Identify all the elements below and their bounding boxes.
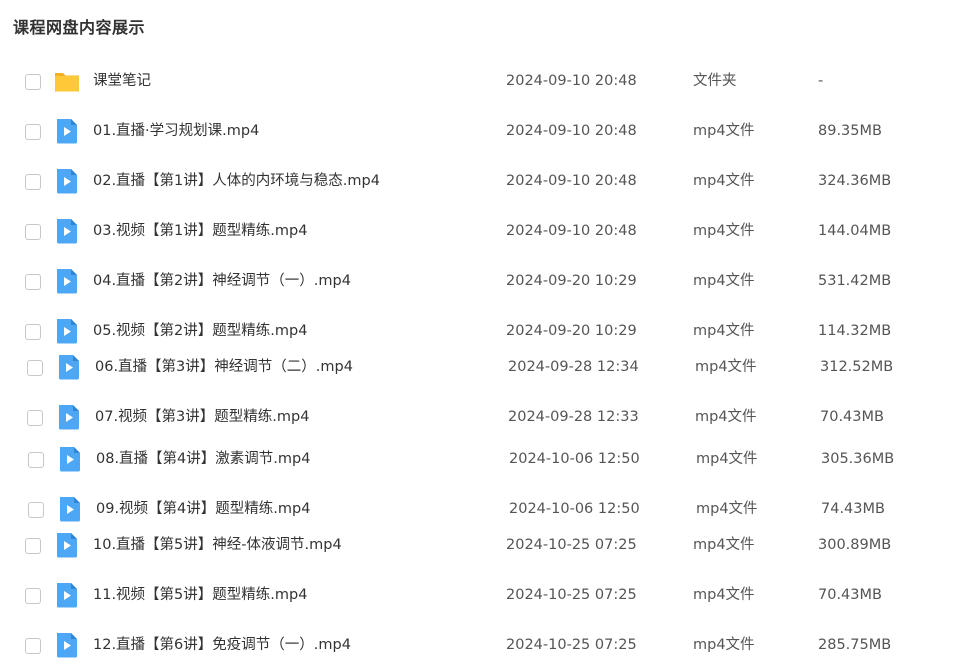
- file-size: 114.32MB: [818, 323, 892, 339]
- file-date: 2024-09-10 20:48: [506, 173, 637, 189]
- file-name[interactable]: 10.直播【第5讲】神经-体液调节.mp4: [93, 528, 342, 562]
- file-size: 144.04MB: [818, 223, 892, 239]
- video-file-icon: [56, 403, 82, 431]
- file-size: 285.75MB: [818, 637, 892, 653]
- file-row[interactable]: 05.视频【第2讲】题型精练.mp4 2024-09-20 10:29 mp4文件 1…: [0, 314, 965, 348]
- file-date: 2024-09-10 20:48: [506, 73, 637, 89]
- file-row[interactable]: 10.直播【第5讲】神经-体液调节.mp4 2024-10-25 07:25 mp4…: [0, 528, 965, 562]
- row-checkbox[interactable]: [25, 74, 41, 90]
- file-row[interactable]: 03.视频【第1讲】题型精练.mp4 2024-09-10 20:48 mp4文件 1…: [0, 214, 965, 248]
- file-type: mp4文件: [695, 359, 757, 375]
- file-name[interactable]: 11.视频【第5讲】题型精练.mp4: [93, 578, 307, 612]
- row-checkbox[interactable]: [27, 360, 43, 376]
- video-file-icon: [54, 317, 80, 345]
- row-checkbox[interactable]: [25, 588, 41, 604]
- file-date: 2024-09-28 12:34: [508, 359, 639, 375]
- file-size: 70.43MB: [820, 409, 884, 425]
- file-size: -: [818, 73, 824, 89]
- file-name[interactable]: 08.直播【第4讲】激素调节.mp4: [96, 442, 310, 476]
- video-file-icon: [54, 117, 80, 145]
- file-row[interactable]: 06.直播【第3讲】神经调节（二）.mp4 2024-09-28 12:34 mp4…: [0, 350, 965, 384]
- file-date: 2024-10-06 12:50: [509, 451, 640, 467]
- file-row[interactable]: 11.视频【第5讲】题型精练.mp4 2024-10-25 07:25 mp4文件 7…: [0, 578, 965, 612]
- file-row[interactable]: 课堂笔记 2024-09-10 20:48 文件夹 -: [0, 64, 965, 98]
- file-type: mp4文件: [693, 223, 755, 239]
- file-date: 2024-10-25 07:25: [506, 587, 637, 603]
- row-checkbox[interactable]: [25, 274, 41, 290]
- file-size: 305.36MB: [821, 451, 895, 467]
- file-row[interactable]: 12.直播【第6讲】免疫调节（一）.mp4 2024-10-25 07:25 mp4…: [0, 628, 965, 662]
- row-checkbox[interactable]: [25, 174, 41, 190]
- row-checkbox[interactable]: [27, 410, 43, 426]
- file-row[interactable]: 07.视频【第3讲】题型精练.mp4 2024-09-28 12:33 mp4文件 7…: [0, 400, 965, 434]
- file-name[interactable]: 02.直播【第1讲】人体的内环境与稳态.mp4: [93, 164, 380, 198]
- file-type: mp4文件: [693, 537, 755, 553]
- file-name[interactable]: 03.视频【第1讲】题型精练.mp4: [93, 214, 307, 248]
- file-name[interactable]: 07.视频【第3讲】题型精练.mp4: [95, 400, 309, 434]
- video-file-icon: [54, 267, 80, 295]
- file-type: mp4文件: [693, 273, 755, 289]
- file-type: mp4文件: [693, 587, 755, 603]
- video-file-icon: [54, 531, 80, 559]
- file-type: mp4文件: [696, 501, 758, 517]
- file-name[interactable]: 06.直播【第3讲】神经调节（二）.mp4: [95, 350, 353, 384]
- file-type: mp4文件: [693, 323, 755, 339]
- folder-icon: [54, 67, 80, 95]
- video-file-icon: [54, 167, 80, 195]
- file-size: 74.43MB: [821, 501, 885, 517]
- video-file-icon: [54, 217, 80, 245]
- file-name[interactable]: 课堂笔记: [93, 64, 151, 98]
- file-date: 2024-09-10 20:48: [506, 123, 637, 139]
- page-title: 课程网盘内容展示: [13, 18, 146, 37]
- file-date: 2024-10-25 07:25: [506, 637, 637, 653]
- file-size: 89.35MB: [818, 123, 882, 139]
- file-row[interactable]: 04.直播【第2讲】神经调节（一）.mp4 2024-09-20 10:29 mp4…: [0, 264, 965, 298]
- file-size: 531.42MB: [818, 273, 892, 289]
- file-date: 2024-09-20 10:29: [506, 323, 637, 339]
- file-name[interactable]: 01.直播·学习规划课.mp4: [93, 114, 259, 148]
- file-name[interactable]: 09.视频【第4讲】题型精练.mp4: [96, 492, 310, 526]
- file-type: mp4文件: [696, 451, 758, 467]
- file-name[interactable]: 05.视频【第2讲】题型精练.mp4: [93, 314, 307, 348]
- video-file-icon: [56, 353, 82, 381]
- file-name[interactable]: 12.直播【第6讲】免疫调节（一）.mp4: [93, 628, 351, 662]
- video-file-icon: [54, 631, 80, 659]
- row-checkbox[interactable]: [25, 224, 41, 240]
- file-date: 2024-10-06 12:50: [509, 501, 640, 517]
- file-row[interactable]: 01.直播·学习规划课.mp4 2024-09-10 20:48 mp4文件 89.3…: [0, 114, 965, 148]
- row-checkbox[interactable]: [25, 124, 41, 140]
- file-size: 324.36MB: [818, 173, 892, 189]
- row-checkbox[interactable]: [25, 638, 41, 654]
- row-checkbox[interactable]: [25, 324, 41, 340]
- file-row[interactable]: 02.直播【第1讲】人体的内环境与稳态.mp4 2024-09-10 20:48 m…: [0, 164, 965, 198]
- file-type: 文件夹: [693, 73, 737, 89]
- row-checkbox[interactable]: [28, 452, 44, 468]
- file-date: 2024-09-20 10:29: [506, 273, 637, 289]
- file-name[interactable]: 04.直播【第2讲】神经调节（一）.mp4: [93, 264, 351, 298]
- video-file-icon: [57, 445, 83, 473]
- file-date: 2024-09-28 12:33: [508, 409, 639, 425]
- video-file-icon: [54, 581, 80, 609]
- file-row[interactable]: 08.直播【第4讲】激素调节.mp4 2024-10-06 12:50 mp4文件 3…: [0, 442, 965, 476]
- row-checkbox[interactable]: [25, 538, 41, 554]
- file-type: mp4文件: [693, 123, 755, 139]
- file-size: 300.89MB: [818, 537, 892, 553]
- file-date: 2024-10-25 07:25: [506, 537, 637, 553]
- file-size: 70.43MB: [818, 587, 882, 603]
- file-row[interactable]: 09.视频【第4讲】题型精练.mp4 2024-10-06 12:50 mp4文件 7…: [0, 492, 965, 526]
- file-type: mp4文件: [693, 173, 755, 189]
- file-type: mp4文件: [693, 637, 755, 653]
- file-date: 2024-09-10 20:48: [506, 223, 637, 239]
- file-size: 312.52MB: [820, 359, 894, 375]
- file-type: mp4文件: [695, 409, 757, 425]
- row-checkbox[interactable]: [28, 502, 44, 518]
- video-file-icon: [57, 495, 83, 523]
